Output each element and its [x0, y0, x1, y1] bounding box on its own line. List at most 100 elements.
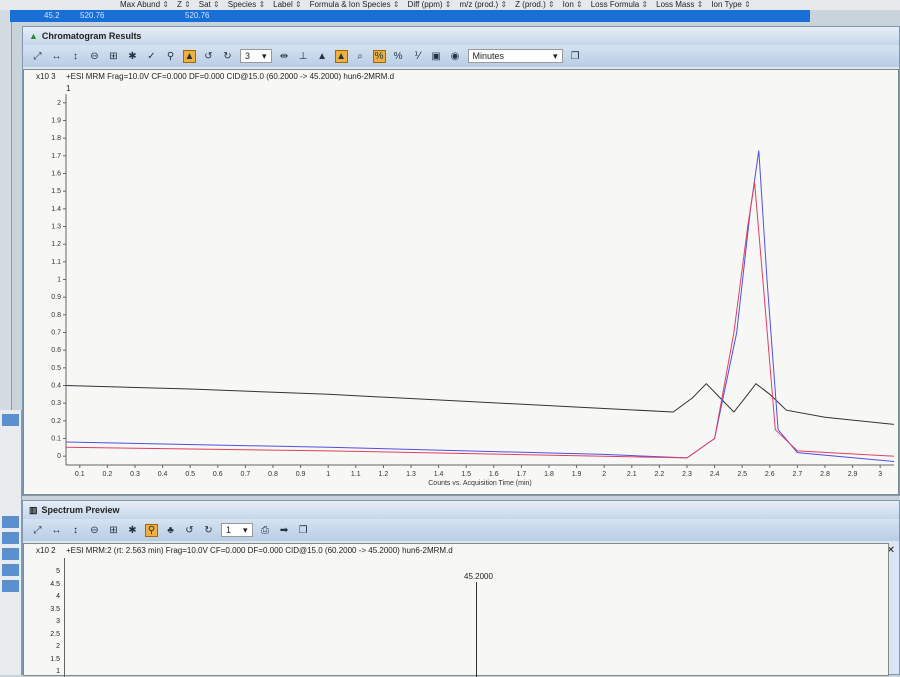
series-line-blue: [65, 150, 895, 462]
cell: 520.76: [80, 11, 105, 20]
column-header[interactable]: Z: [177, 0, 191, 10]
trace-label: +ESI MRM:2 (rt: 2.563 min) Frag=10.0V CF…: [66, 546, 453, 555]
scale-y-icon[interactable]: ↕: [69, 50, 82, 63]
selected-table-row[interactable]: 45.2 520.76 520.76: [10, 10, 810, 22]
export-icon[interactable]: ▣: [430, 50, 443, 63]
pane-title: Chromatogram Results: [41, 31, 142, 41]
x-tick-label: 0.6: [213, 471, 223, 478]
column-header[interactable]: Sat: [199, 0, 220, 10]
y-tick-label: 4: [56, 593, 60, 600]
y-tick-label: 3.5: [50, 605, 60, 613]
x-tick-label: 0.5: [185, 471, 195, 478]
side-panel: [0, 410, 22, 675]
y-tick-label: 0.4: [51, 383, 61, 390]
redo-icon[interactable]: ↻: [221, 50, 234, 63]
spectrum-plot[interactable]: x10 2 +ESI MRM:2 (rt: 2.563 min) Frag=10…: [23, 543, 889, 677]
print-icon[interactable]: ⎙: [259, 524, 272, 537]
chromatogram-chart: 0 0.1 0.2 0.3 0.4 0.5 0.6 0.7 0.8 0.9 1 1.1 1.2 1.3 1.…: [51, 94, 895, 487]
compare-icon[interactable]: ⌕: [354, 50, 367, 63]
x-tick-label: 1.1: [351, 471, 361, 478]
copy-icon[interactable]: ❐: [569, 50, 582, 63]
y-tick-label: 1.8: [51, 135, 61, 142]
chromatogram-icon: ▲: [29, 31, 38, 41]
link-icon[interactable]: ⇹: [278, 50, 291, 63]
x-tick-label: 2.7: [793, 471, 803, 478]
peak-label: 45.2000: [464, 572, 493, 581]
y-tick-label: 1: [56, 668, 60, 675]
column-header[interactable]: Diff (ppm): [408, 0, 452, 10]
x-tick-label: 1.4: [434, 471, 444, 478]
units-value: Minutes: [472, 51, 505, 61]
zoom-out-icon[interactable]: ⊖: [88, 50, 101, 63]
zoom-out-icon[interactable]: ⊖: [88, 524, 101, 537]
column-header[interactable]: Loss Mass: [656, 0, 703, 10]
y-tick-label: 0.2: [51, 418, 61, 425]
x-axis-label: Counts vs. Acquisition Time (min): [428, 480, 531, 487]
column-header[interactable]: Formula & Ion Species: [310, 0, 400, 10]
scale-x-icon[interactable]: ↔: [50, 50, 63, 63]
column-header[interactable]: m/z (prod.): [459, 0, 507, 10]
chromatogram-plot[interactable]: x10 3 +ESI MRM Frag=10.0V CF=0.000 DF=0.…: [23, 69, 899, 495]
trace-label: +ESI MRM Frag=10.0V CF=0.000 DF=0.000 CI…: [66, 72, 395, 81]
x-tick-label: 1.7: [517, 471, 527, 478]
x-tick-label: 1.5: [461, 471, 471, 478]
y-tick-label: 3: [56, 618, 60, 625]
y-multiplier: x10 3: [36, 72, 56, 81]
integrate-icon[interactable]: ✱: [126, 50, 139, 63]
x-tick-label: 1.9: [572, 471, 582, 478]
autoscale-icon[interactable]: ⤢: [31, 524, 44, 537]
peak-green-icon[interactable]: ♣: [164, 524, 177, 537]
cell: 520.76: [185, 11, 210, 20]
y-tick-label: 0.1: [51, 436, 61, 443]
column-header[interactable]: Loss Formula: [591, 0, 648, 10]
y-tick-label: 0: [57, 453, 61, 460]
x-tick-label: 1.3: [406, 471, 416, 478]
scale-x-icon[interactable]: ↔: [50, 524, 63, 537]
forward-icon[interactable]: ➡: [278, 524, 291, 537]
eye-icon[interactable]: ◉: [449, 50, 462, 63]
peak-icon[interactable]: ✓: [145, 50, 158, 63]
fit-icon[interactable]: ⊞: [107, 50, 120, 63]
ratio-icon[interactable]: ⅟: [411, 50, 424, 63]
percent-icon[interactable]: %: [392, 50, 405, 63]
chromatogram-results-pane: ▲ Chromatogram Results ⤢ ↔ ↕ ⊖ ⊞ ✱ ✓ ⚲ ▲ …: [22, 26, 900, 496]
scale-y-icon[interactable]: ↕: [69, 524, 82, 537]
column-header[interactable]: Z (prod.): [515, 0, 555, 10]
column-header[interactable]: Label: [273, 0, 302, 10]
baseline-icon[interactable]: ⊥: [297, 50, 310, 63]
peak-label-icon[interactable]: ⚲: [164, 50, 177, 63]
column-header[interactable]: Ion: [563, 0, 583, 10]
y-tick-label: 0.5: [51, 365, 61, 372]
chromatogram-toolbar: ⤢ ↔ ↕ ⊖ ⊞ ✱ ✓ ⚲ ▲ ↺ ↻ 3 ▾ ⇹ ⊥ ▲ ▲ ⌕ % % ⅟…: [23, 45, 899, 67]
copy-icon[interactable]: ❐: [297, 524, 310, 537]
y-tick-label: 0.6: [51, 347, 61, 354]
stack-icon[interactable]: ▲: [334, 49, 348, 63]
column-header[interactable]: Ion Type: [711, 0, 750, 10]
undo-icon[interactable]: ↺: [183, 524, 196, 537]
normalize-icon[interactable]: %: [372, 49, 386, 63]
integrate-icon[interactable]: ✱: [126, 524, 139, 537]
y-tick-label: 1: [57, 277, 61, 284]
spectrum-count-select[interactable]: 1 ▾: [221, 523, 253, 537]
y-tick-label: 1.6: [51, 171, 61, 178]
fit-icon[interactable]: ⊞: [107, 524, 120, 537]
y-multiplier: x10 2: [36, 546, 56, 555]
y-tick-label: 0.7: [51, 330, 61, 337]
spectrum-icon: ▥: [29, 504, 38, 515]
units-select[interactable]: Minutes ▾: [467, 49, 563, 63]
overlay-icon[interactable]: ▲: [183, 49, 196, 63]
x-tick-label: 1.6: [489, 471, 499, 478]
x-tick-label: 3: [878, 471, 882, 478]
label-peaks-icon[interactable]: ⚲: [145, 523, 158, 537]
x-tick-label: 0.9: [296, 471, 306, 478]
column-header[interactable]: Max Abund: [120, 0, 169, 10]
overlay-count-select[interactable]: 3 ▾: [240, 49, 272, 63]
autoscale-icon[interactable]: ⤢: [31, 50, 44, 63]
undo-icon[interactable]: ↺: [202, 50, 215, 63]
y-tick-label: 2: [57, 100, 61, 107]
redo-icon[interactable]: ↻: [202, 524, 215, 537]
series-line-black: [65, 382, 895, 425]
y-tick-label: 1.5: [51, 188, 61, 195]
peak-green-icon[interactable]: ▲: [316, 50, 329, 63]
column-header[interactable]: Species: [228, 0, 265, 10]
